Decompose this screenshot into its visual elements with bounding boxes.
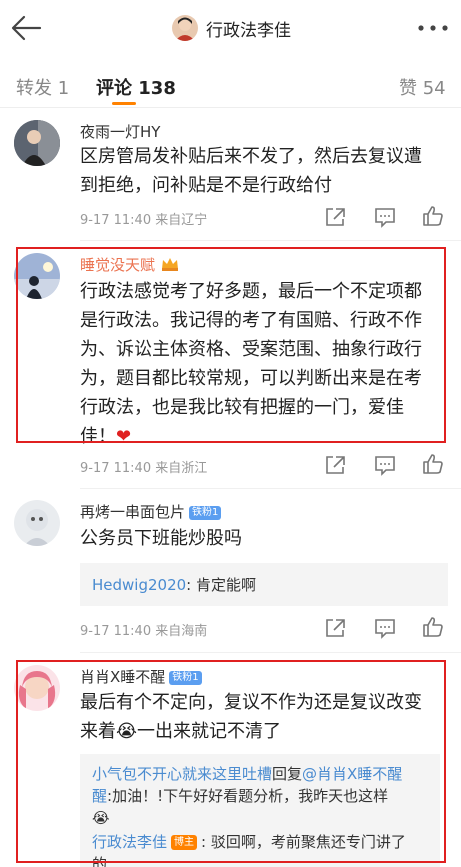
author-avatar[interactable] <box>172 15 198 41</box>
more-button[interactable] <box>416 16 450 40</box>
comment-text-line: 行政法，也是我比较有把握的一门，爱佳 <box>80 397 404 418</box>
comment-icon <box>375 456 395 476</box>
divider <box>80 488 461 489</box>
avatar[interactable] <box>14 253 60 299</box>
share-icon <box>326 619 345 637</box>
username-text: 再烤一串面包片 <box>80 503 186 521</box>
comment-button[interactable] <box>373 206 397 228</box>
comment-text-line: 最后有个不定向，复议不作为还是复议改变 <box>80 692 422 713</box>
tab-likes[interactable]: 赞 54 <box>399 74 446 100</box>
comment-text-line: 公务员下班能炒股吗 <box>80 528 242 549</box>
comment-text-line: 区房管局发补贴后来不发了，然后去复议遭 <box>80 146 422 167</box>
reply-text: :加油！!下午好好看题分析，我昨天也这样 <box>107 787 389 805</box>
comment-text-fragment: 佳！ <box>80 426 116 447</box>
share-button[interactable] <box>323 617 347 639</box>
comment-button[interactable] <box>373 617 397 639</box>
comment-meta: 9-17 11:40 来自浙江 <box>80 461 208 476</box>
avatar[interactable] <box>14 500 60 546</box>
comment-text-line: 佳！❤ <box>80 422 452 451</box>
comment-username[interactable]: 夜雨一灯HY <box>80 121 160 142</box>
avatar[interactable] <box>14 665 60 711</box>
comment-button[interactable] <box>373 454 397 476</box>
reply-text: : 驳回啊，考前聚焦还专门讲了 <box>201 833 406 851</box>
username-text: 肖肖X睡不醒 <box>80 668 166 686</box>
reply-thread: 小气包不开心就来这里吐槽回复@肖肖X睡不醒 醒:加油！!下午好好看题分析，我昨天… <box>92 763 432 867</box>
page-title: 行政法李佳 <box>206 20 291 41</box>
thumbs-up-icon <box>423 206 443 226</box>
comment-text-line: 行政法感觉考了好多题，最后一个不定项都 <box>80 281 422 302</box>
tab-comments[interactable]: 评论 138 <box>96 74 176 100</box>
reply-preview[interactable]: Hedwig2020: 肯定能啊 <box>80 563 448 606</box>
heart-icon: ❤ <box>116 426 132 447</box>
thumbs-up-icon <box>423 617 443 637</box>
comment-meta: 9-17 11:40 来自辽宁 <box>80 213 208 228</box>
comment-icon <box>375 208 395 228</box>
reply-username[interactable]: 小气包不开心就来这里吐槽 <box>92 765 272 783</box>
comment-text: 区房管局发补贴后来不发了，然后去复议遭 到拒绝，问补贴是不是行政给付 <box>80 142 452 200</box>
comment-text: 最后有个不定向，复议不作为还是复议改变 来着😭一出来就记不清了 <box>80 688 452 746</box>
comment-text: 行政法感觉考了好多题，最后一个不定项都 是行政法。我记得的考了有国赔、行政不作 … <box>80 277 452 451</box>
top-bar: 行政法李佳 <box>0 0 461 56</box>
reply-line: 行政法李佳 博主: 驳回啊，考前聚焦还专门讲了 <box>92 831 432 853</box>
share-icon <box>326 208 345 226</box>
active-tab-indicator <box>112 102 136 105</box>
thumbs-up-icon <box>423 454 443 474</box>
arrow-left-icon <box>11 15 42 41</box>
mention-link-continuation[interactable]: 醒 <box>92 787 107 805</box>
fan-badge: 铁粉1 <box>189 505 222 520</box>
crown-icon <box>160 256 180 276</box>
comment-meta: 9-17 11:40 来自海南 <box>80 624 208 639</box>
divider <box>80 240 461 241</box>
page-title-area: 行政法李佳 <box>172 12 291 44</box>
comment-text: 公务员下班能炒股吗 <box>80 524 452 553</box>
reply-username[interactable]: 行政法李佳 <box>92 833 167 851</box>
reply-preview[interactable]: 小气包不开心就来这里吐槽回复@肖肖X睡不醒 醒:加油！!下午好好看题分析，我昨天… <box>80 754 440 867</box>
more-dots-icon <box>418 25 448 31</box>
like-button[interactable] <box>421 453 445 475</box>
comment-text-line: 来着😭一出来就记不清了 <box>80 721 282 742</box>
comment-text-line: 是行政法。我记得的考了有国赔、行政不作 <box>80 310 422 331</box>
back-button[interactable] <box>8 9 48 47</box>
share-button[interactable] <box>323 206 347 228</box>
avatar[interactable] <box>14 120 60 166</box>
reply-line: 小气包不开心就来这里吐槽回复@肖肖X睡不醒 <box>92 763 432 785</box>
tab-repost[interactable]: 转发 1 <box>16 74 69 100</box>
divider <box>80 652 461 653</box>
reply-line: 醒:加油！!下午好好看题分析，我昨天也这样 <box>92 785 432 807</box>
reply-line: Hedwig2020: 肯定能啊 <box>92 574 256 595</box>
comment-text-line: 到拒绝，问补贴是不是行政给付 <box>80 175 332 196</box>
reply-text: 的 <box>92 855 108 867</box>
reply-text: 😭 <box>92 809 110 827</box>
username-text: 睡觉没天赋 <box>80 256 156 274</box>
share-icon <box>326 456 345 474</box>
like-button[interactable] <box>421 205 445 227</box>
share-button[interactable] <box>323 454 347 476</box>
comment-username[interactable]: 肖肖X睡不醒 铁粉1 <box>80 666 202 687</box>
reply-connector: 回复 <box>272 765 303 783</box>
reply-text: : 肯定能啊 <box>186 576 256 594</box>
comment-username[interactable]: 再烤一串面包片 铁粉1 <box>80 501 222 522</box>
reply-username[interactable]: Hedwig2020 <box>92 576 186 594</box>
comment-icon <box>375 619 395 639</box>
author-badge: 博主 <box>171 835 198 850</box>
comment-text-line: 为、诉讼主体资格、受案范围、抽象行政行 <box>80 339 422 360</box>
tab-bar: 转发 1 评论 138 赞 54 <box>0 64 461 108</box>
mention-link[interactable]: @肖肖X睡不醒 <box>302 765 402 783</box>
fan-badge: 铁粉1 <box>169 670 202 685</box>
like-button[interactable] <box>421 616 445 638</box>
comment-text-line: 为，题目都比较常规，可以判断出来是在考 <box>80 368 422 389</box>
comment-username[interactable]: 睡觉没天赋 <box>80 254 180 276</box>
